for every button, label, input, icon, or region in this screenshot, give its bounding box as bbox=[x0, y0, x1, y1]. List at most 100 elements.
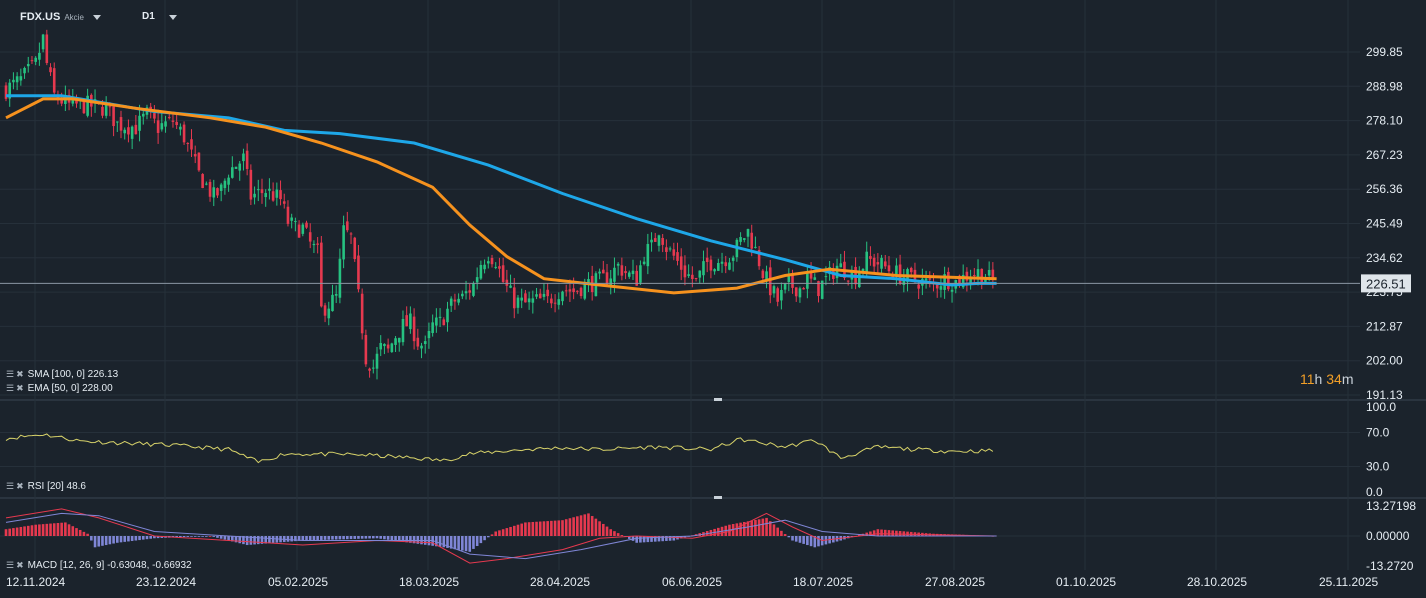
macd-histogram-bar bbox=[598, 521, 601, 536]
candle-body bbox=[576, 290, 579, 292]
settings-icon[interactable]: ☰ bbox=[6, 370, 14, 379]
candle-body bbox=[197, 152, 201, 171]
macd-histogram-bar bbox=[93, 536, 97, 548]
macd-histogram-bar bbox=[82, 531, 86, 536]
price-tick-label: 245.49 bbox=[1366, 217, 1403, 231]
macd-histogram-bar bbox=[116, 536, 119, 543]
macd-histogram-bar bbox=[468, 536, 472, 552]
macd-histogram-bar bbox=[461, 536, 464, 551]
candle-body bbox=[379, 342, 383, 350]
macd-histogram-bar bbox=[371, 536, 375, 539]
macd-histogram-bar bbox=[594, 518, 598, 536]
close-icon[interactable]: ✖ bbox=[16, 384, 24, 393]
candle-body bbox=[679, 256, 683, 270]
candle-body bbox=[167, 117, 171, 119]
macd-histogram-bar bbox=[316, 536, 319, 541]
chart-grid bbox=[0, 0, 1426, 570]
macd-histogram-bar bbox=[483, 536, 486, 541]
candle-body bbox=[264, 193, 267, 198]
candle-body bbox=[973, 274, 976, 276]
macd-histogram-bar bbox=[360, 536, 364, 539]
candle-body bbox=[360, 293, 364, 334]
macd-histogram-bar bbox=[97, 536, 101, 547]
candle-body bbox=[806, 273, 809, 289]
candle-body bbox=[442, 319, 446, 326]
macd-histogram-bar bbox=[30, 525, 34, 536]
macd-histogram-bar bbox=[86, 533, 89, 536]
candle-body bbox=[535, 294, 538, 297]
candle-body bbox=[49, 67, 52, 73]
symbol-dropdown-icon[interactable] bbox=[93, 15, 101, 20]
macd-histogram-bar bbox=[197, 536, 201, 537]
candle-body bbox=[208, 181, 212, 197]
candle-body bbox=[294, 221, 297, 223]
candle-body bbox=[917, 284, 920, 289]
trading-chart[interactable]: 12.11.2024 23.12.2024 05.02.2025 18.03.2025… bbox=[0, 0, 1426, 598]
candle-body bbox=[334, 293, 338, 296]
candle-body bbox=[260, 189, 264, 194]
candle-body bbox=[15, 76, 19, 83]
macd-histogram-bar bbox=[457, 536, 460, 550]
macd-histogram-bar bbox=[390, 536, 394, 541]
candle-body bbox=[872, 257, 876, 267]
macd-histogram-bar bbox=[524, 522, 527, 536]
candle-body bbox=[557, 299, 561, 305]
sma-indicator-label[interactable]: ☰ ✖ SMA [100, 0] 226.13 bbox=[6, 369, 118, 380]
macd-histogram-bar bbox=[505, 528, 509, 536]
macd-histogram-bar bbox=[642, 536, 646, 543]
macd-histogram-bar bbox=[190, 536, 193, 537]
timeframe-label[interactable]: D1 bbox=[142, 11, 155, 22]
symbol-label[interactable]: FDX.US Akcie bbox=[20, 11, 84, 23]
macd-histogram-bar bbox=[8, 528, 12, 536]
candle-body bbox=[646, 243, 650, 267]
candle-body bbox=[41, 34, 45, 50]
settings-icon[interactable]: ☰ bbox=[6, 561, 14, 570]
candle-body bbox=[171, 120, 175, 122]
close-icon[interactable]: ✖ bbox=[16, 561, 24, 570]
candle-body bbox=[494, 266, 498, 268]
rsi-indicator-label[interactable]: ☰ ✖ RSI [20] 48.6 bbox=[6, 481, 86, 492]
candle-countdown: 11h 34m bbox=[1300, 371, 1353, 387]
candle-body bbox=[505, 279, 509, 286]
macd-histogram-bar bbox=[15, 527, 19, 536]
close-icon[interactable]: ✖ bbox=[16, 370, 24, 379]
candle-body bbox=[397, 337, 401, 343]
macd-histogram-bar bbox=[45, 523, 49, 536]
macd-indicator-label[interactable]: ☰ ✖ MACD [12, 26, 9] -0.63048, -0.66932 bbox=[6, 560, 192, 571]
macd-histogram-bar bbox=[123, 536, 127, 542]
candle-body bbox=[624, 271, 627, 274]
candle-body bbox=[375, 353, 379, 369]
candle-body bbox=[186, 143, 190, 145]
macd-histogram-bar bbox=[364, 536, 368, 539]
candle-body bbox=[709, 259, 713, 271]
settings-icon[interactable]: ☰ bbox=[6, 384, 14, 393]
candle-body bbox=[527, 298, 531, 303]
ema-indicator-label[interactable]: ☰ ✖ EMA [50, 0] 228.00 bbox=[6, 383, 113, 394]
candle-body bbox=[564, 290, 568, 292]
candle-body bbox=[394, 338, 397, 345]
macd-histogram-bar bbox=[576, 516, 579, 536]
candle-body bbox=[371, 367, 375, 369]
macd-histogram-bar bbox=[553, 520, 557, 536]
candle-body bbox=[579, 287, 583, 297]
candle-body bbox=[153, 113, 156, 119]
macd-histogram-bar bbox=[487, 536, 490, 538]
candle-body bbox=[245, 150, 249, 169]
candle-body bbox=[231, 167, 234, 178]
candle-body bbox=[130, 126, 134, 139]
candle-body bbox=[420, 345, 423, 349]
macd-histogram-bar bbox=[876, 529, 880, 536]
close-icon[interactable]: ✖ bbox=[16, 482, 24, 491]
settings-icon[interactable]: ☰ bbox=[6, 482, 14, 491]
candle-body bbox=[498, 266, 501, 269]
x-tick-label: 18.03.2025 bbox=[399, 575, 459, 589]
candle-body bbox=[602, 269, 605, 274]
macd-histogram-bar bbox=[787, 536, 791, 538]
candle-body bbox=[242, 153, 245, 162]
candle-body bbox=[457, 298, 460, 303]
candle-body bbox=[742, 238, 746, 240]
candle-body bbox=[568, 289, 572, 292]
timeframe-dropdown-icon[interactable] bbox=[169, 15, 177, 20]
macd-histogram-bar bbox=[41, 524, 45, 536]
macd-histogram-bar bbox=[308, 536, 312, 541]
